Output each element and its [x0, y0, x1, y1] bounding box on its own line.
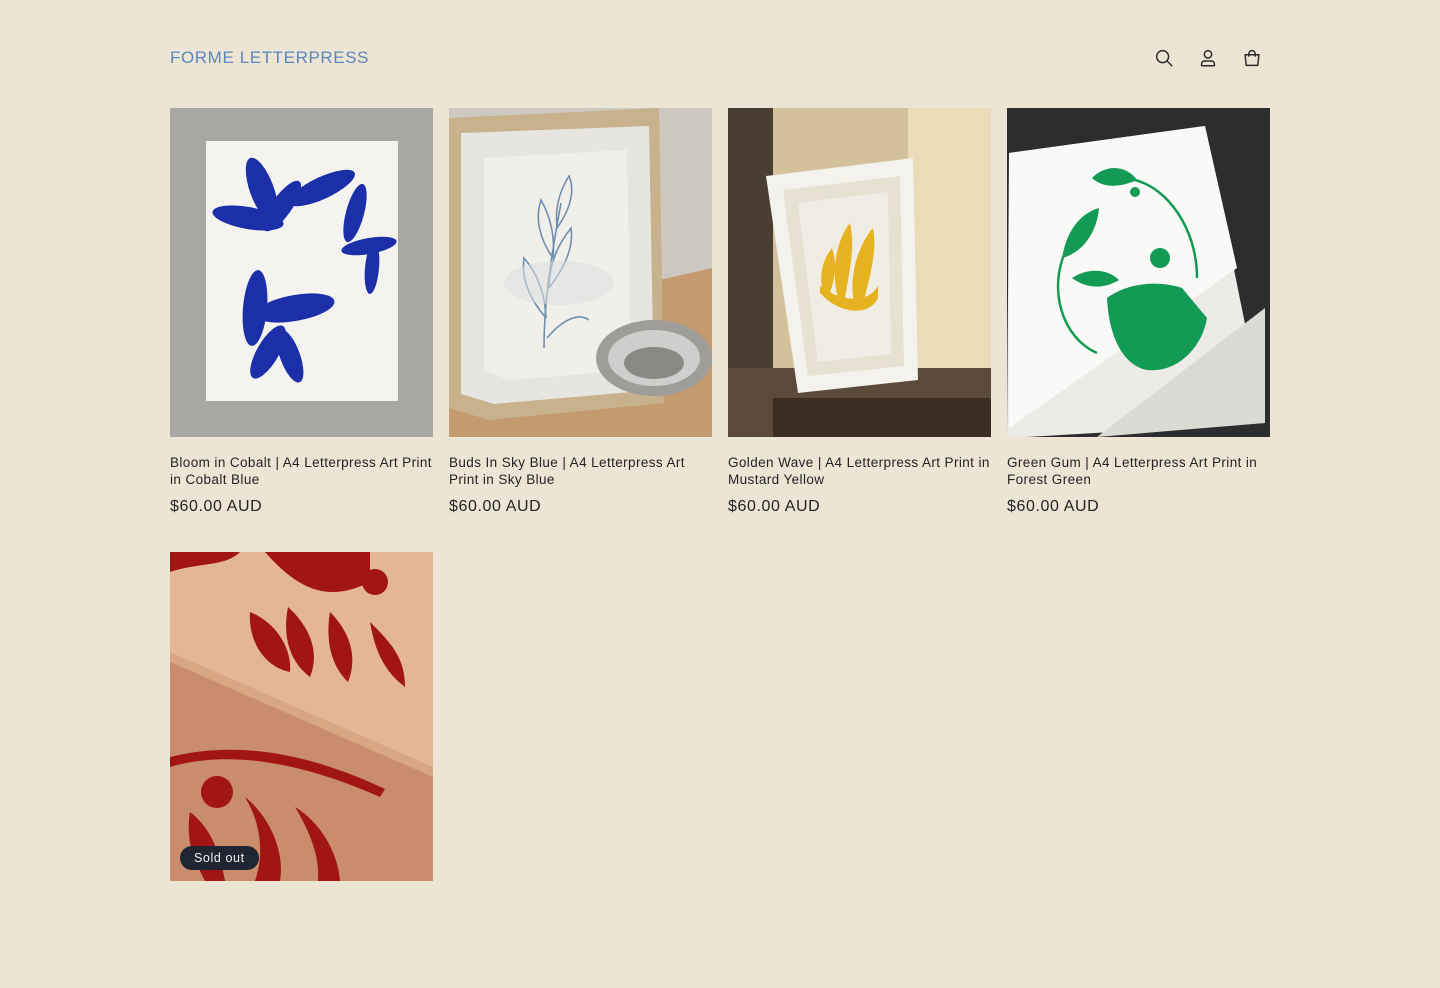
product-price: $60.00 AUD	[170, 498, 263, 515]
account-button[interactable]	[1186, 36, 1230, 80]
cart-icon	[1244, 50, 1260, 67]
product-price: $60.00 AUD	[728, 498, 821, 515]
product-title: Buds In Sky Blue | A4 Letterpress Art Pr…	[449, 455, 685, 487]
product-title: Green Gum | A4 Letterpress Art Print in …	[1007, 455, 1258, 487]
product-card[interactable]: Buds In Sky Blue | A4 Letterpress Art Pr…	[449, 108, 712, 544]
brand-logo-link[interactable]: FORME LETTERPRESS	[170, 48, 369, 68]
site-header: FORME LETTERPRESS	[170, 36, 1270, 80]
product-image	[449, 108, 712, 437]
cart-button[interactable]	[1230, 36, 1274, 80]
header-icons	[1142, 36, 1274, 80]
product-title: Golden Wave | A4 Letterpress Art Print i…	[728, 455, 990, 487]
product-title: Bloom in Cobalt | A4 Letterpress Art Pri…	[170, 455, 432, 487]
product-grid: Bloom in Cobalt | A4 Letterpress Art Pri…	[170, 108, 1270, 988]
product-image	[1007, 108, 1270, 437]
product-price: $60.00 AUD	[1007, 498, 1100, 515]
forest-green-gum-print-photo	[1007, 108, 1270, 437]
search-button[interactable]	[1142, 36, 1186, 80]
account-icon	[1200, 49, 1216, 67]
product-card[interactable]: Golden Wave | A4 Letterpress Art Print i…	[728, 108, 991, 544]
product-price: $60.00 AUD	[449, 498, 542, 515]
product-card[interactable]: Green Gum | A4 Letterpress Art Print in …	[1007, 108, 1270, 544]
sold-out-badge: Sold out	[180, 846, 259, 870]
product-image	[728, 108, 991, 437]
cobalt-bloom-print-photo	[170, 108, 433, 437]
red-leaf-print-photo	[170, 552, 433, 881]
mustard-wave-print-photo	[728, 108, 991, 437]
product-card[interactable]: Sold out	[170, 552, 433, 988]
product-image	[170, 108, 433, 437]
product-card[interactable]: Bloom in Cobalt | A4 Letterpress Art Pri…	[170, 108, 433, 544]
sky-blue-buds-print-photo	[449, 108, 712, 437]
search-icon	[1155, 49, 1173, 67]
product-image: Sold out	[170, 552, 433, 881]
